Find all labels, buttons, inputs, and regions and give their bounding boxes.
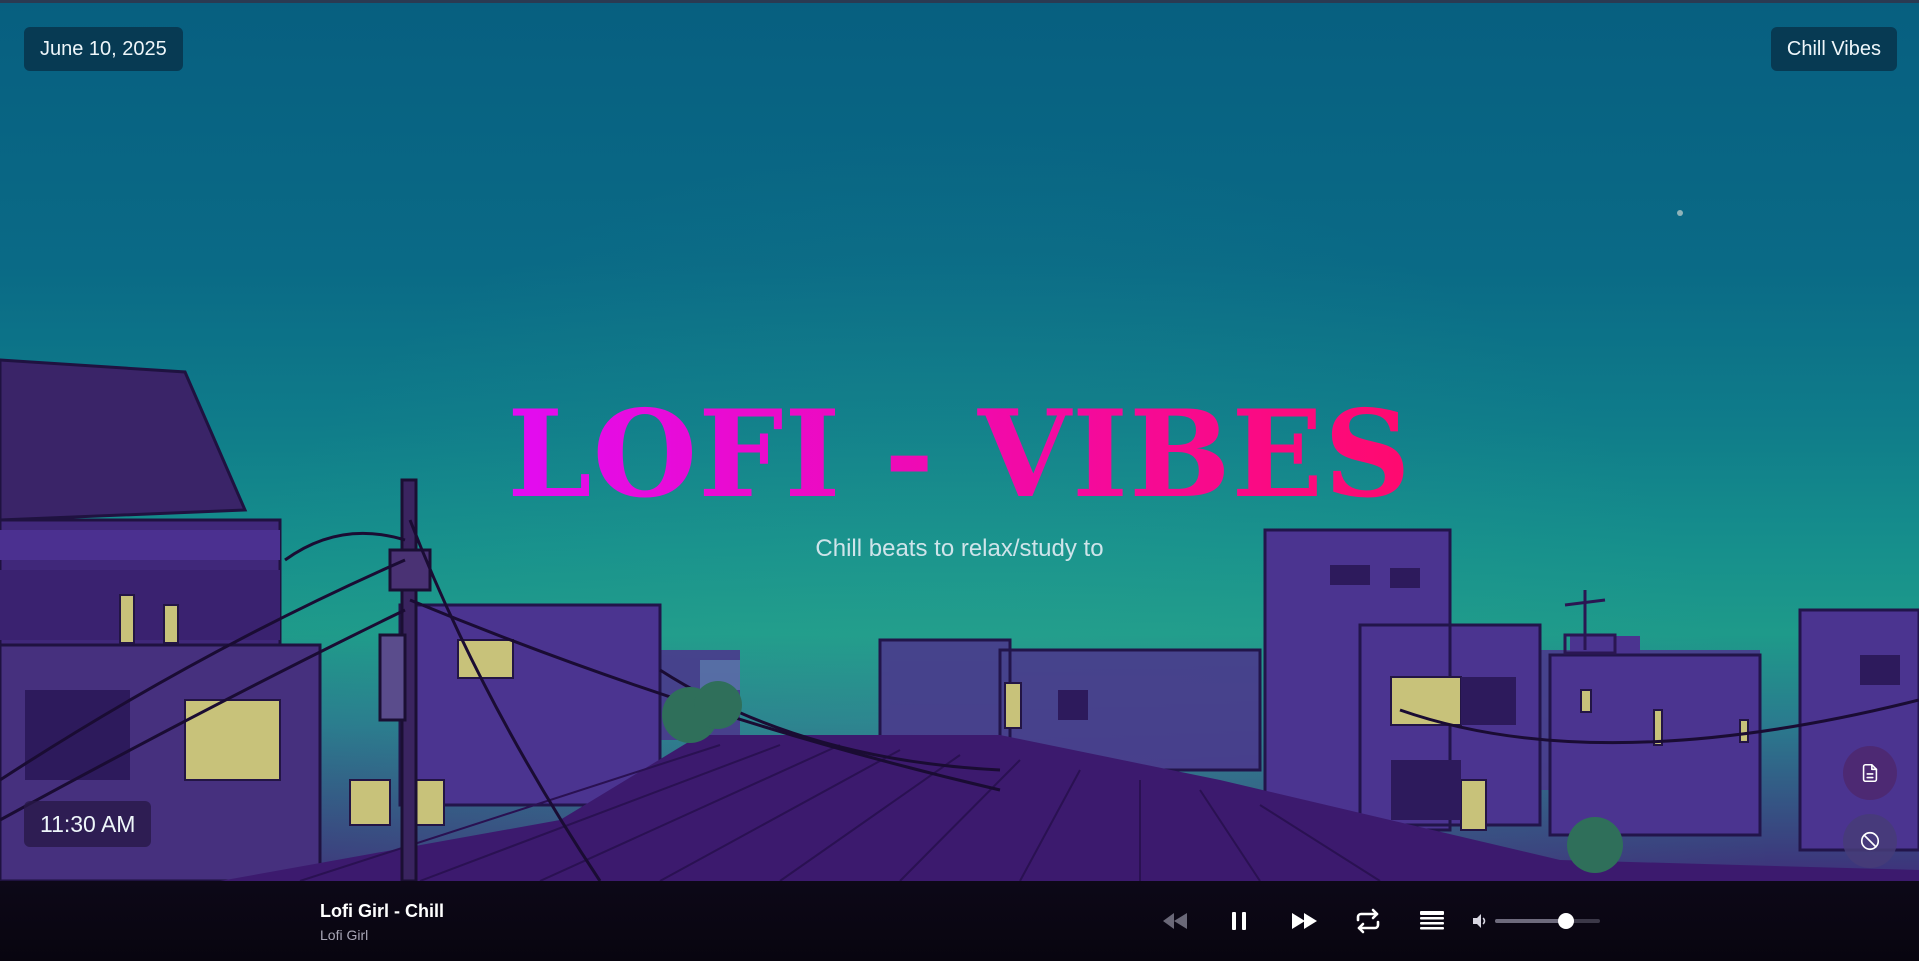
next-icon [1292,913,1317,929]
previous-button[interactable] [1158,904,1192,938]
queue-icon [1420,911,1444,930]
app: June 10, 2025 Chill Vibes LOFI - VIBES C… [0,0,1919,961]
notes-icon [1862,763,1878,783]
volume-fill [1495,919,1567,923]
hero-subtitle: Chill beats to relax/study to [815,535,1104,562]
track-title: Lofi Girl - Chill [320,901,444,921]
block-icon [1860,831,1880,851]
pause-icon [1232,912,1246,930]
mood-badge: Chill Vibes [1770,27,1897,71]
volume-slider[interactable] [1495,919,1600,923]
player-bar [0,881,1919,961]
repeat-icon [1356,908,1380,934]
repeat-button[interactable] [1351,904,1385,938]
next-button[interactable] [1287,904,1321,938]
pause-button[interactable] [1222,904,1256,938]
block-button[interactable] [1843,814,1897,868]
volume-icon[interactable] [1471,912,1489,930]
clock-display: 11:30 AM [24,801,152,847]
notes-button[interactable] [1843,746,1897,800]
date-display: June 10, 2025 [24,27,183,71]
previous-icon [1163,913,1187,929]
hero-title-text: LOFI - VIBES [507,384,1412,525]
hero-title: LOFI - VIBES [0,390,1919,520]
queue-button[interactable] [1415,904,1449,938]
track-artist: Lofi Girl [320,927,369,943]
